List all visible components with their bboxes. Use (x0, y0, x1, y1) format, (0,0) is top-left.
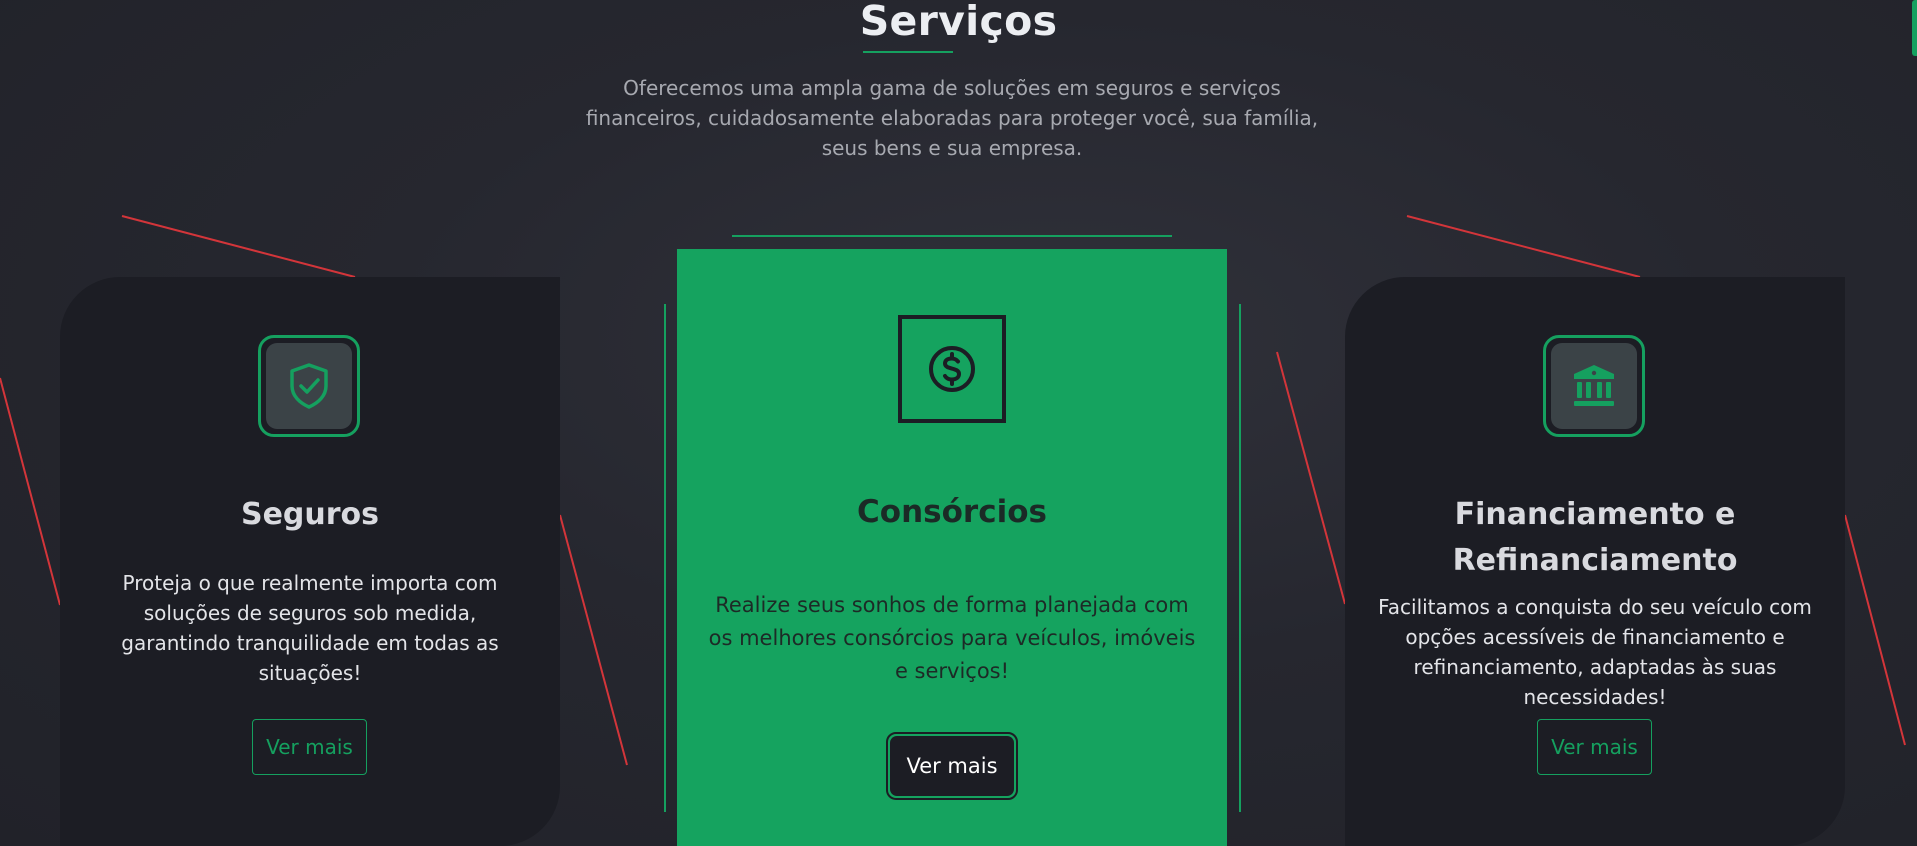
shield-check-icon (266, 343, 352, 429)
dollar-circle-icon (898, 315, 1006, 423)
service-card-seguros: Seguros Proteja o que realmente importa … (60, 277, 560, 846)
card-title: Consórcios (857, 494, 1047, 530)
card-title: Seguros (240, 497, 380, 532)
section-title: Serviços (859, 0, 1058, 45)
card-description: Proteja o que realmente importa com solu… (121, 571, 499, 685)
button-label: Ver mais (890, 736, 1014, 796)
section-header: Serviços (0, 0, 1917, 42)
service-icon-frame (1543, 335, 1645, 437)
service-card-financiamento: Financiamento e Refinanciamento Facilita… (1345, 277, 1845, 846)
service-icon-frame (258, 335, 360, 437)
card-title: Financiamento e Refinanciamento (1452, 497, 1738, 578)
ver-mais-button[interactable]: Ver mais (886, 732, 1018, 800)
bank-icon (1551, 343, 1637, 429)
card-description: Realize seus sonhos de forma planejada c… (708, 593, 1196, 683)
section-description: Oferecemos uma ampla gama de soluções em… (585, 76, 1319, 160)
title-underline (863, 51, 953, 53)
service-card-consorcios: Consórcios Realize seus sonhos de forma … (677, 249, 1227, 846)
ver-mais-button[interactable]: Ver mais (252, 719, 367, 775)
ver-mais-button[interactable]: Ver mais (1537, 719, 1652, 775)
card-description: Facilitamos a conquista do seu veículo c… (1378, 595, 1812, 709)
